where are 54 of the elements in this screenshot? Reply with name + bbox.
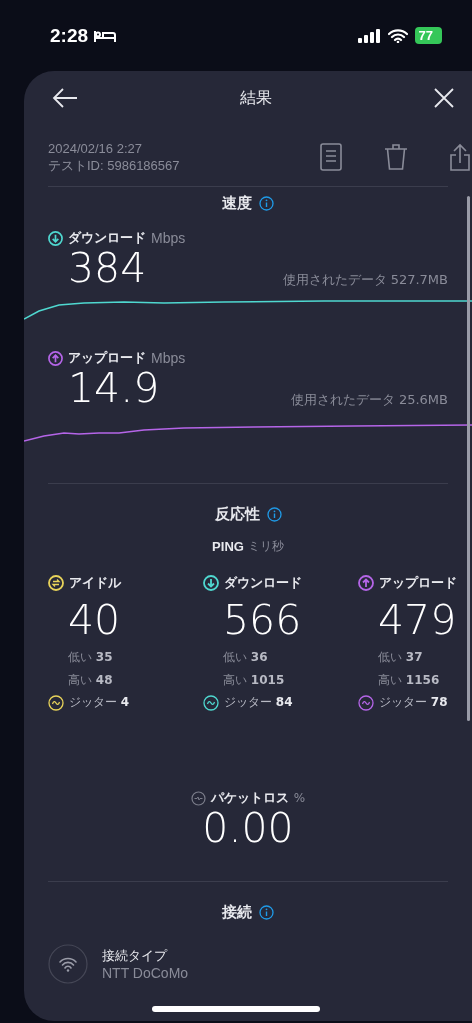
jitter-icon [203,694,219,711]
ping-type-label: アップロード [379,574,457,592]
ping-value: 566 [222,599,303,643]
low-value: 低い 37 [377,649,424,666]
unit-label: % [293,791,306,805]
back-arrow-icon[interactable] [52,87,78,109]
jitter-value: ジッター 4 [69,694,130,711]
unit-label: Mbps [151,350,186,366]
ping-label: PING [212,539,244,554]
battery-level: 77 [414,27,442,44]
packet-loss-label: パケットロス [210,789,289,807]
ping-type-label: アイドル [69,574,121,592]
ping-type-label: ダウンロード [224,574,302,592]
speed-value: 14.9 [68,367,160,409]
test-date: 2024/02/16 2:27 [48,140,143,157]
section-title: 速度 [222,193,252,213]
share-icon[interactable] [450,143,470,171]
unit-label: Mbps [151,230,186,246]
packet-loss-value: 0.00 [202,807,294,849]
info-icon[interactable] [259,904,274,920]
wifi-icon [387,28,408,43]
low-value: 低い 36 [222,649,269,666]
connection-value: NTT DoCoMo [102,965,189,981]
section-title: 反応性 [214,504,260,524]
signal-icon [357,28,381,43]
high-value: 高い 1015 [222,672,286,689]
ping-value: 479 [377,599,458,643]
low-value: 低い 35 [67,649,114,666]
test-id: テストID: 5986186567 [48,157,180,174]
data-used-label: 使用されたデータ 527.7MB [282,271,448,289]
bed-icon [94,28,117,43]
jitter-icon [358,694,374,711]
pulse-icon [190,790,206,806]
metric-label: ダウンロード [68,229,146,247]
high-value: 高い 48 [67,672,114,689]
info-icon[interactable] [259,195,274,211]
jitter-value: ジッター 84 [224,694,293,711]
high-value: 高い 1156 [377,672,441,689]
jitter-icon [48,694,64,711]
unit-label: ミリ秒 [247,538,284,555]
close-icon[interactable] [434,88,454,108]
jitter-value: ジッター 78 [379,694,448,711]
connection-type-label: 接続タイプ [102,947,169,965]
document-icon[interactable] [320,143,342,171]
data-used-label: 使用されたデータ 25.6MB [290,391,448,409]
ping-value: 40 [67,599,122,643]
info-icon[interactable] [266,506,282,522]
metric-label: アップロード [68,349,146,367]
wifi-icon [48,944,88,984]
clock-time: 2:28 [50,24,89,47]
speed-value: 384 [68,247,147,289]
screen-title: 結果 [240,87,272,109]
trash-icon[interactable] [384,143,408,171]
section-title: 接続 [222,902,252,922]
